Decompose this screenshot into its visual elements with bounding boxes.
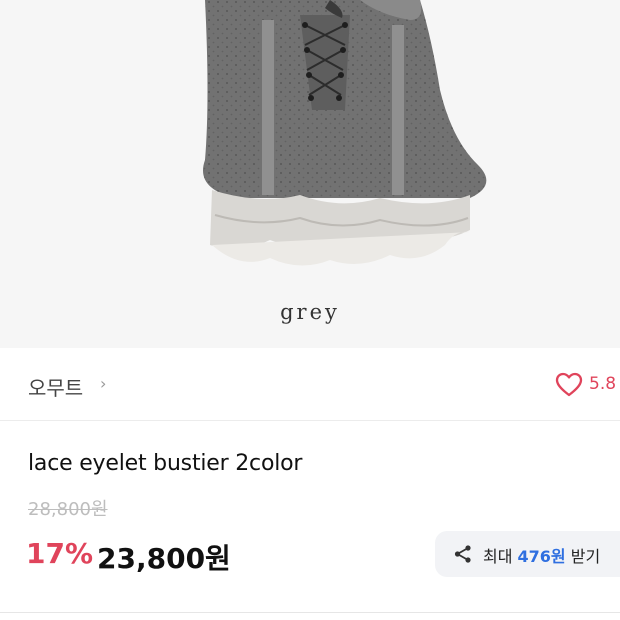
bustier-illustration <box>0 0 620 348</box>
original-price: 28,800원 <box>28 499 108 520</box>
coupon-prefix: 최대 <box>483 547 518 566</box>
coupon-button[interactable]: 최대 476원 받기 <box>435 531 620 577</box>
product-image[interactable]: grey <box>0 0 620 348</box>
brand-name-link[interactable]: 오무트 <box>28 372 83 401</box>
product-title: lace eyelet bustier 2color <box>28 451 303 476</box>
chevron-right-icon: › <box>100 374 107 393</box>
like-count: 5.8 <box>589 374 617 394</box>
heart-outline-icon <box>555 372 583 397</box>
brand-row[interactable]: 오무트 › 5.8 <box>0 348 620 421</box>
sale-price: 23,800원 <box>97 542 231 575</box>
section-divider <box>0 612 620 613</box>
coupon-suffix: 받기 <box>565 547 601 566</box>
discount-rate: 17% <box>26 537 94 570</box>
image-caption: grey <box>280 300 340 324</box>
coupon-amount: 476원 <box>517 547 566 566</box>
share-icon <box>454 545 471 563</box>
coupon-label: 최대 476원 받기 <box>483 543 600 567</box>
